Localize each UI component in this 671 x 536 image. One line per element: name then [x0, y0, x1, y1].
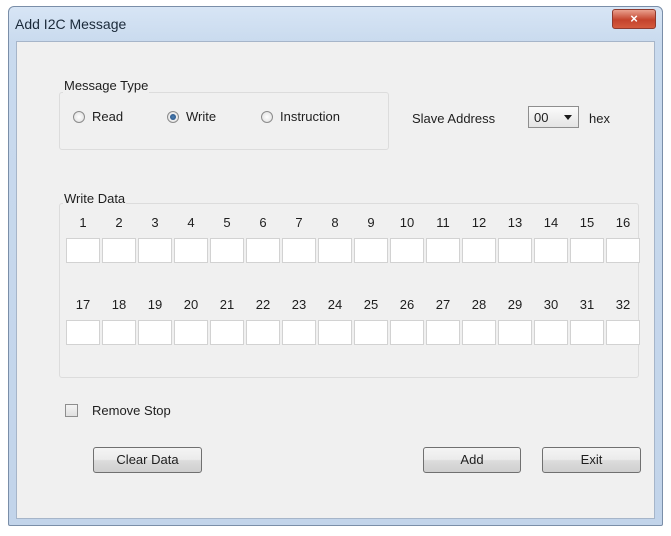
- slave-address-value: 00: [534, 110, 549, 125]
- title-bar[interactable]: Add I2C Message ×: [9, 7, 662, 41]
- radio-read[interactable]: Read: [73, 109, 123, 124]
- byte-input[interactable]: [426, 238, 460, 263]
- byte-index-label: 21: [219, 297, 235, 312]
- clear-data-button[interactable]: Clear Data: [93, 447, 202, 473]
- byte-index-label: 25: [363, 297, 379, 312]
- byte-input[interactable]: [318, 320, 352, 345]
- byte-input[interactable]: [210, 238, 244, 263]
- byte-index-label: 10: [399, 215, 415, 230]
- byte-index-label: 30: [543, 297, 559, 312]
- window-title: Add I2C Message: [15, 16, 127, 32]
- byte-input[interactable]: [570, 238, 604, 263]
- byte-input[interactable]: [354, 320, 388, 345]
- byte-index-label: 24: [327, 297, 343, 312]
- byte-index-label: 18: [111, 297, 127, 312]
- byte-input[interactable]: [498, 238, 532, 263]
- radio-read-indicator[interactable]: [73, 110, 85, 123]
- radio-write[interactable]: Write: [167, 109, 216, 124]
- byte-input[interactable]: [390, 238, 424, 263]
- dialog-client-area: Message Type Read Write Instruction Slav…: [16, 41, 655, 519]
- byte-input[interactable]: [570, 320, 604, 345]
- chevron-down-icon[interactable]: [564, 115, 572, 120]
- byte-input[interactable]: [606, 238, 640, 263]
- byte-index-label: 29: [507, 297, 523, 312]
- byte-input[interactable]: [282, 320, 316, 345]
- byte-input[interactable]: [138, 238, 172, 263]
- byte-index-label: 27: [435, 297, 451, 312]
- byte-index-label: 9: [367, 215, 375, 230]
- byte-input[interactable]: [138, 320, 172, 345]
- byte-input[interactable]: [246, 320, 280, 345]
- byte-input[interactable]: [66, 320, 100, 345]
- byte-index-label: 15: [579, 215, 595, 230]
- byte-input[interactable]: [498, 320, 532, 345]
- byte-input[interactable]: [462, 320, 496, 345]
- byte-index-label: 26: [399, 297, 415, 312]
- message-type-label: Message Type: [63, 78, 150, 93]
- byte-input[interactable]: [282, 238, 316, 263]
- byte-input[interactable]: [210, 320, 244, 345]
- byte-input[interactable]: [174, 238, 208, 263]
- remove-stop-checkbox[interactable]: [65, 404, 78, 417]
- byte-input[interactable]: [534, 320, 568, 345]
- exit-button[interactable]: Exit: [542, 447, 641, 473]
- byte-index-label: 8: [331, 215, 339, 230]
- byte-index-label: 16: [615, 215, 631, 230]
- byte-input[interactable]: [102, 320, 136, 345]
- byte-index-label: 13: [507, 215, 523, 230]
- byte-index-label: 2: [115, 215, 123, 230]
- radio-write-label: Write: [186, 109, 217, 124]
- close-icon: ×: [630, 11, 638, 26]
- byte-index-label: 11: [436, 215, 450, 230]
- close-button[interactable]: ×: [612, 9, 656, 29]
- slave-address-label: Slave Address: [412, 111, 496, 126]
- byte-input[interactable]: [66, 238, 100, 263]
- radio-read-label: Read: [92, 109, 124, 124]
- byte-input[interactable]: [354, 238, 388, 263]
- byte-index-label: 4: [187, 215, 195, 230]
- byte-input[interactable]: [246, 238, 280, 263]
- byte-input[interactable]: [102, 238, 136, 263]
- byte-index-label: 3: [151, 215, 159, 230]
- byte-index-label: 19: [147, 297, 163, 312]
- byte-input[interactable]: [318, 238, 352, 263]
- byte-index-label: 20: [183, 297, 199, 312]
- hex-unit-label: hex: [589, 111, 610, 126]
- byte-input[interactable]: [606, 320, 640, 345]
- byte-input[interactable]: [390, 320, 424, 345]
- byte-index-label: 12: [471, 215, 487, 230]
- write-data-label: Write Data: [63, 191, 127, 206]
- byte-index-label: 6: [259, 215, 267, 230]
- radio-instruction-label: Instruction: [280, 109, 340, 124]
- byte-input[interactable]: [174, 320, 208, 345]
- byte-index-label: 5: [223, 215, 231, 230]
- add-button[interactable]: Add: [423, 447, 521, 473]
- dialog-window: Add I2C Message × Message Type Read Writ…: [8, 6, 663, 526]
- byte-index-label: 1: [79, 215, 87, 230]
- byte-index-label: 14: [543, 215, 559, 230]
- slave-address-dropdown[interactable]: 00: [528, 106, 579, 128]
- radio-write-indicator[interactable]: [167, 110, 179, 123]
- byte-index-label: 23: [291, 297, 307, 312]
- byte-input[interactable]: [426, 320, 460, 345]
- byte-input[interactable]: [534, 238, 568, 263]
- byte-input[interactable]: [462, 238, 496, 263]
- radio-instruction[interactable]: Instruction: [261, 109, 340, 124]
- byte-index-label: 32: [615, 297, 631, 312]
- byte-index-label: 17: [75, 297, 91, 312]
- radio-instruction-indicator[interactable]: [261, 110, 273, 123]
- remove-stop-label: Remove Stop: [92, 403, 171, 418]
- byte-index-label: 22: [255, 297, 271, 312]
- byte-index-label: 31: [579, 297, 595, 312]
- byte-index-label: 28: [471, 297, 487, 312]
- byte-index-label: 7: [295, 215, 303, 230]
